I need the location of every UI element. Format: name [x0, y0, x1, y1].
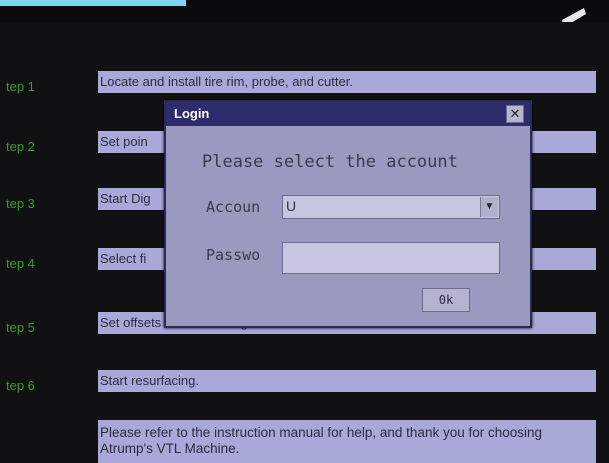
account-select[interactable]: U ▼ — [282, 195, 500, 219]
step-box-1: Locate and install tire rim, probe, and … — [98, 71, 596, 93]
step-label-1: tep 1 — [6, 79, 35, 94]
close-button[interactable]: ✕ — [506, 105, 524, 123]
dialog-title: Login — [174, 106, 210, 121]
step-label-6: tep 6 — [6, 378, 35, 393]
account-label: Accoun — [206, 198, 261, 216]
password-label: Passwo — [206, 246, 261, 264]
top-accent-strip — [0, 0, 186, 6]
step-label-3: tep 3 — [6, 196, 35, 211]
step-label-2: tep 2 — [6, 139, 35, 154]
info-message: Please refer to the instruction manual f… — [98, 420, 596, 463]
account-prompt: Please select the account — [202, 152, 458, 172]
password-field[interactable] — [282, 242, 500, 274]
ok-button[interactable]: 0k — [422, 288, 470, 312]
dialog-title-bar: Login ✕ — [166, 102, 530, 126]
step-box-6: Start resurfacing. — [98, 370, 596, 392]
login-dialog: Login ✕ Please select the account Accoun… — [164, 100, 532, 328]
step-label-4: tep 4 — [6, 256, 35, 271]
chevron-down-icon[interactable]: ▼ — [480, 197, 498, 217]
step-label-5: tep 5 — [6, 320, 35, 335]
account-value: U — [286, 198, 297, 214]
